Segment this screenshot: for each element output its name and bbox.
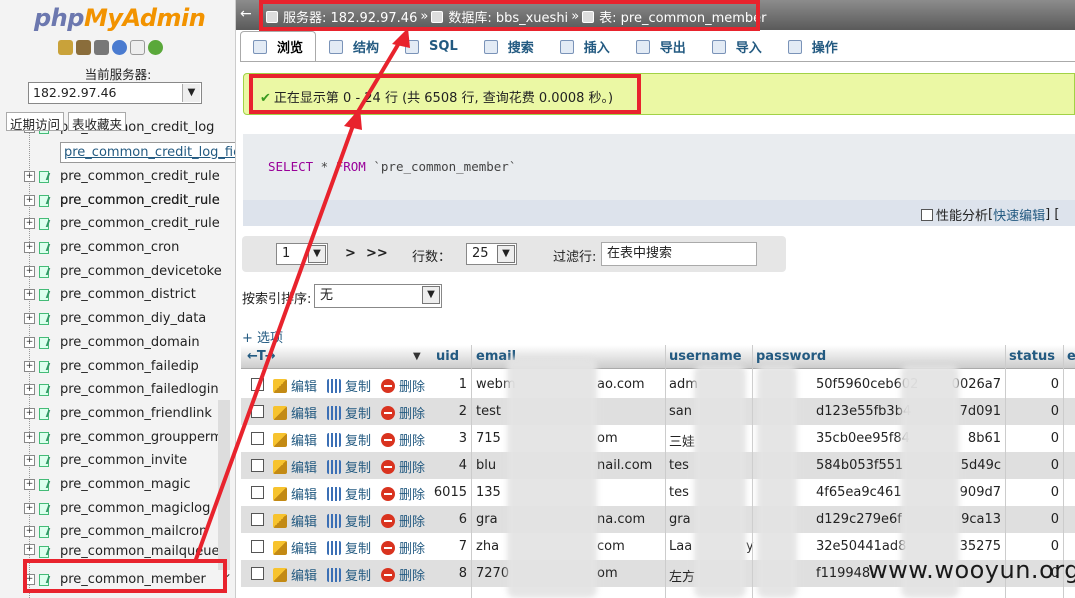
annotation-arrow (348, 36, 404, 127)
arrow-head (392, 28, 410, 48)
watermark: www.wooyun.org (868, 556, 1075, 584)
phpmyadmin-window: phpMyAdmin 当前服务器: 182.92.97.46▼ +pre_com… (0, 0, 1075, 598)
annotation-arrows (193, 28, 410, 563)
annotation-arrow (193, 119, 357, 563)
